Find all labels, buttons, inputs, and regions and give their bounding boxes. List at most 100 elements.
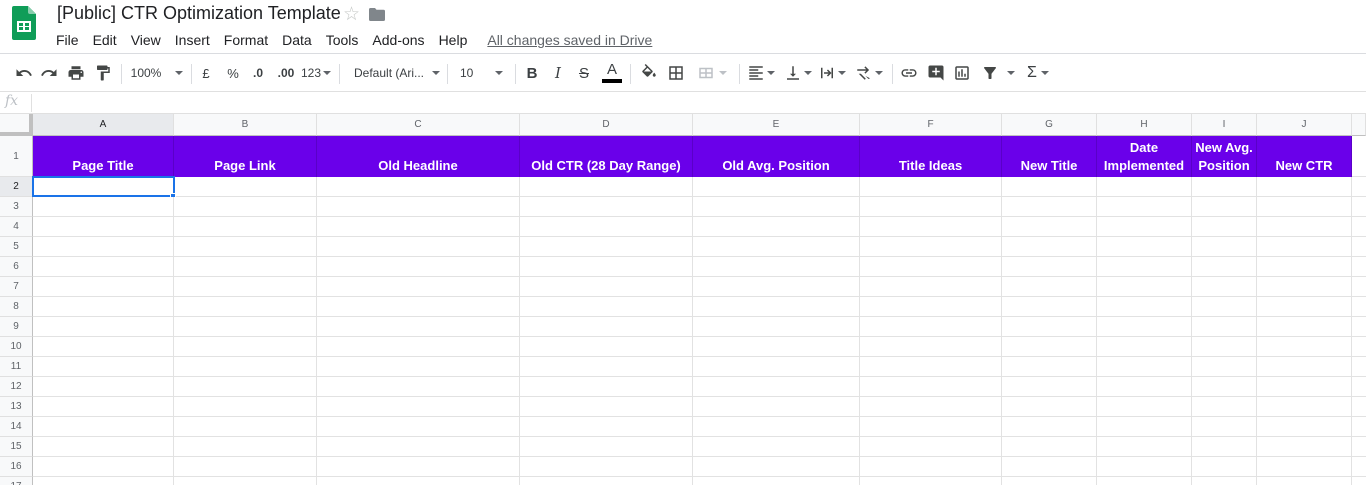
star-icon[interactable]: ☆ [343,3,360,26]
cell-g3[interactable] [1002,197,1097,217]
cell-e15[interactable] [693,437,860,457]
cell-b15[interactable] [174,437,317,457]
horizontal-align-icon[interactable] [745,54,777,92]
cell-f7[interactable] [860,277,1002,297]
cell-a11[interactable] [33,357,174,377]
cell-f16[interactable] [860,457,1002,477]
text-wrap-icon[interactable] [816,54,848,92]
row-header-4[interactable]: 4 [0,217,33,237]
cell-b14[interactable] [174,417,317,437]
cell-i11[interactable] [1192,357,1257,377]
cell-h2[interactable] [1097,177,1192,197]
cell-b5[interactable] [174,237,317,257]
cell-c9[interactable] [317,317,520,337]
cell-j9[interactable] [1257,317,1352,337]
cell-d8[interactable] [520,297,693,317]
cell-d6[interactable] [520,257,693,277]
row-header-7[interactable]: 7 [0,277,33,297]
row-header-16[interactable]: 16 [0,457,33,477]
cell-e5[interactable] [693,237,860,257]
select-all-corner[interactable] [0,114,33,136]
cell-g13[interactable] [1002,397,1097,417]
cell-c8[interactable] [317,297,520,317]
cell-h13[interactable] [1097,397,1192,417]
cell-a9[interactable] [33,317,174,337]
row-header-9[interactable]: 9 [0,317,33,337]
cell-d13[interactable] [520,397,693,417]
cell-h12[interactable] [1097,377,1192,397]
cell-f17[interactable] [860,477,1002,485]
cell-d12[interactable] [520,377,693,397]
row-header-5[interactable]: 5 [0,237,33,257]
cell-i2[interactable] [1192,177,1257,197]
cell-c17[interactable] [317,477,520,485]
cell-d14[interactable] [520,417,693,437]
folder-icon[interactable] [369,8,385,21]
cell-d3[interactable] [520,197,693,217]
cell-c2[interactable] [317,177,520,197]
menu-insert[interactable]: Insert [168,32,217,48]
row-header-13[interactable]: 13 [0,397,33,417]
cell-j4[interactable] [1257,217,1352,237]
undo-icon[interactable] [13,54,35,92]
cell-i9[interactable] [1192,317,1257,337]
cell-b11[interactable] [174,357,317,377]
cell-h11[interactable] [1097,357,1192,377]
header-cell-i[interactable]: New Avg. Position [1192,136,1257,177]
cell-j17[interactable] [1257,477,1352,485]
cell-j3[interactable] [1257,197,1352,217]
cell-d5[interactable] [520,237,693,257]
cell-h14[interactable] [1097,417,1192,437]
cell-h16[interactable] [1097,457,1192,477]
cell-a7[interactable] [33,277,174,297]
cell-e14[interactable] [693,417,860,437]
cell-b9[interactable] [174,317,317,337]
cell-d4[interactable] [520,217,693,237]
cell-g11[interactable] [1002,357,1097,377]
cell-h6[interactable] [1097,257,1192,277]
strikethrough-button[interactable]: S [574,54,594,92]
document-title[interactable]: [Public] CTR Optimization Template [57,3,341,24]
cell-g6[interactable] [1002,257,1097,277]
cell-h3[interactable] [1097,197,1192,217]
cell-c16[interactable] [317,457,520,477]
cell-b10[interactable] [174,337,317,357]
cell-i5[interactable] [1192,237,1257,257]
cell-j14[interactable] [1257,417,1352,437]
cell-a12[interactable] [33,377,174,397]
borders-icon[interactable] [665,54,687,92]
cell-g5[interactable] [1002,237,1097,257]
cell-c14[interactable] [317,417,520,437]
cell-f10[interactable] [860,337,1002,357]
cell-j13[interactable] [1257,397,1352,417]
format-percent-button[interactable]: % [222,54,244,92]
cell-f11[interactable] [860,357,1002,377]
menu-format[interactable]: Format [217,32,275,48]
cell-e11[interactable] [693,357,860,377]
cell-j12[interactable] [1257,377,1352,397]
cell-j16[interactable] [1257,457,1352,477]
cell-e3[interactable] [693,197,860,217]
cell-g2[interactable] [1002,177,1097,197]
cell-d10[interactable] [520,337,693,357]
font-size-select[interactable]: 10 [455,54,509,92]
cell-e9[interactable] [693,317,860,337]
cell-b8[interactable] [174,297,317,317]
cell-h4[interactable] [1097,217,1192,237]
cell-f14[interactable] [860,417,1002,437]
row-header-14[interactable]: 14 [0,417,33,437]
row-header-10[interactable]: 10 [0,337,33,357]
column-header-e[interactable]: E [693,114,860,136]
text-rotation-icon[interactable] [853,54,885,92]
cell-b13[interactable] [174,397,317,417]
cell-i14[interactable] [1192,417,1257,437]
cell-a6[interactable] [33,257,174,277]
fill-color-icon[interactable] [638,54,660,92]
font-family-select[interactable]: Default (Ari... [348,54,441,92]
column-header-j[interactable]: J [1257,114,1352,136]
header-cell-d[interactable]: Old CTR (28 Day Range) [520,136,693,177]
header-cell-h[interactable]: Date Implemented [1097,136,1192,177]
zoom-select[interactable]: 100% [128,54,186,92]
menu-view[interactable]: View [124,32,168,48]
cell-j6[interactable] [1257,257,1352,277]
